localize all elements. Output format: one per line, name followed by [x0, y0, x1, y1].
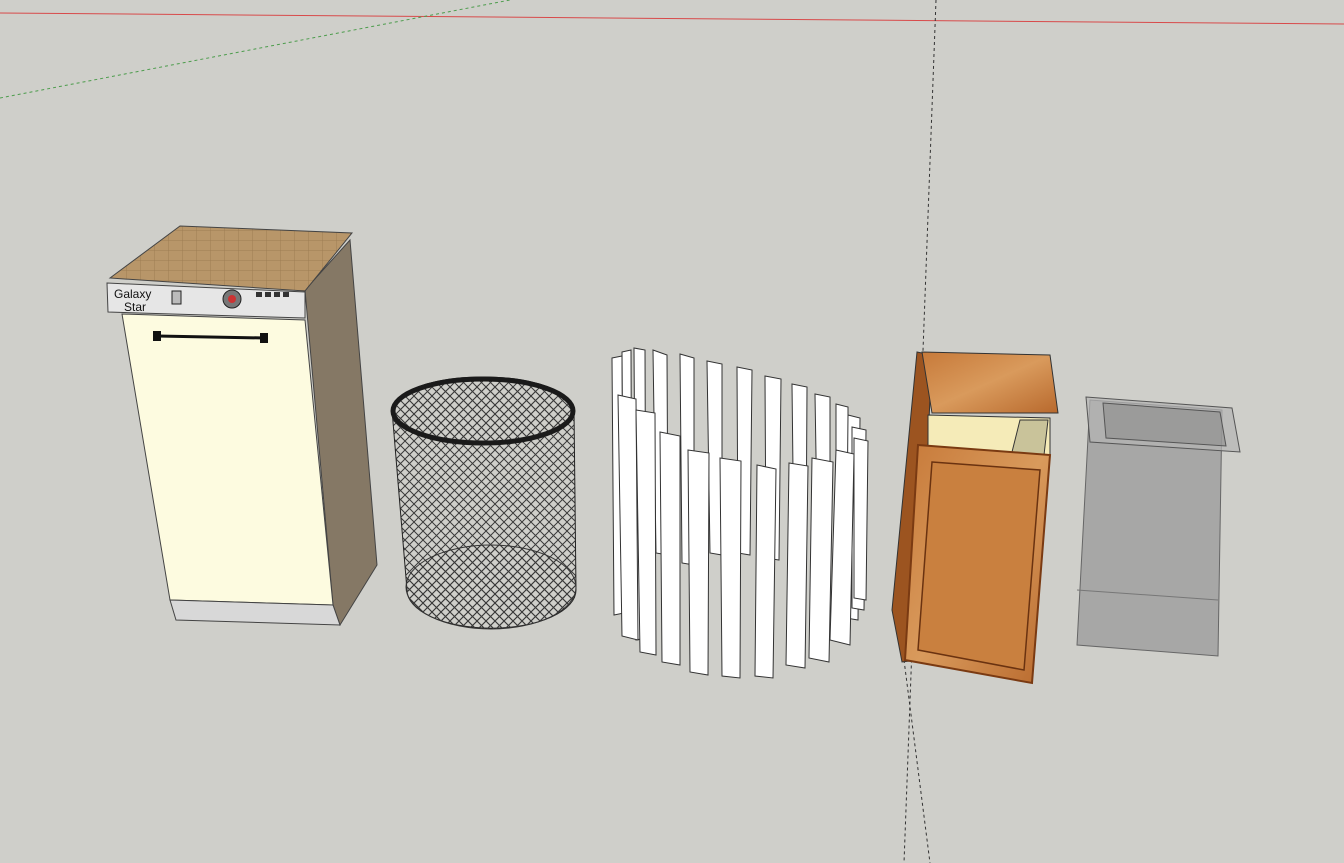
dishwasher-model[interactable]: Galaxy Star — [106, 225, 378, 627]
3d-model-scene[interactable]: Galaxy Star — [0, 0, 1344, 863]
translucent-bin-model[interactable] — [1076, 396, 1241, 657]
dishwasher-switch[interactable] — [171, 290, 182, 305]
slat-bin-model[interactable] — [611, 347, 869, 679]
wooden-cabinet-bin-model[interactable] — [891, 351, 1059, 685]
dishwasher-knob-center — [228, 295, 236, 303]
sketchup-viewport[interactable]: Galaxy Star — [0, 0, 1344, 863]
cabinet-lid[interactable] — [921, 351, 1059, 414]
mesh-basket-model[interactable] — [390, 376, 577, 630]
dishwasher-brand-line1: Galaxy — [114, 287, 151, 301]
mesh-basket-inner — [399, 385, 567, 441]
dishwasher-front — [121, 313, 334, 606]
dishwasher-brand-line2: Star — [124, 300, 146, 314]
red-axis-line — [0, 12, 1344, 25]
mesh-basket-bottom — [405, 544, 577, 630]
cabinet-door-panel — [917, 461, 1041, 671]
